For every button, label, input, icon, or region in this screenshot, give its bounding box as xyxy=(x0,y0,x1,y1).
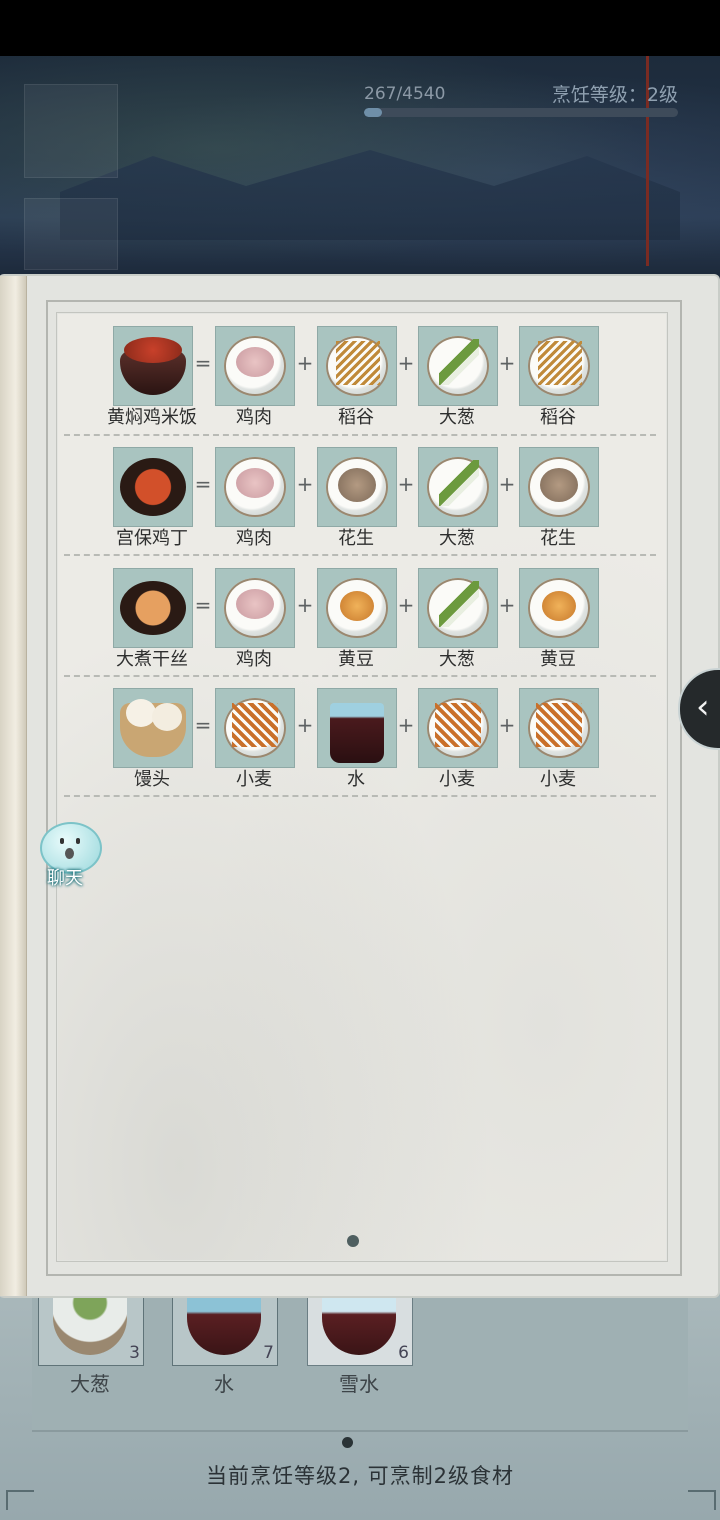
ingredient-label: 小麦 xyxy=(439,769,475,790)
plus-sign: + xyxy=(498,351,516,375)
plus-sign: + xyxy=(397,472,415,496)
plus-sign: + xyxy=(296,472,314,496)
plus-sign: + xyxy=(397,593,415,617)
equals-sign: = xyxy=(194,593,212,617)
ingredient-label: 鸡肉 xyxy=(236,528,272,549)
ingredient-label: 稻谷 xyxy=(338,407,374,428)
chicken-meat-icon[interactable] xyxy=(215,326,295,406)
soybean-icon[interactable] xyxy=(519,568,599,648)
ingredient-label: 大葱 xyxy=(439,528,475,549)
plus-sign: + xyxy=(498,713,516,737)
chicken-meat-icon[interactable] xyxy=(215,568,295,648)
huangmen-chicken-rice-icon[interactable] xyxy=(113,326,193,406)
inventory-item-snow-water[interactable]: 6 xyxy=(307,1296,413,1366)
plus-sign: + xyxy=(296,351,314,375)
ingredient-label: 小麦 xyxy=(540,769,576,790)
inventory-item-water[interactable]: 7 xyxy=(172,1296,278,1366)
recipe-row: = + + + 宫保鸡丁 鸡肉 花生 大葱 花生 xyxy=(0,447,720,559)
soybean-icon[interactable] xyxy=(317,568,397,648)
row-divider xyxy=(64,434,656,436)
inventory-label: 大葱 xyxy=(70,1372,110,1396)
ingredient-label: 黄豆 xyxy=(540,649,576,670)
ingredient-label: 黄豆 xyxy=(338,649,374,670)
row-divider xyxy=(64,675,656,677)
chat-label: 聊天 xyxy=(47,868,83,889)
wheat-icon[interactable] xyxy=(519,688,599,768)
ingredient-label: 小麦 xyxy=(236,769,272,790)
inventory-label: 水 xyxy=(214,1372,234,1396)
tofu-shreds-icon[interactable] xyxy=(113,568,193,648)
ingredient-label: 花生 xyxy=(338,528,374,549)
steamed-bun-icon[interactable] xyxy=(113,688,193,768)
scallion-icon xyxy=(53,1297,127,1355)
scallion-icon[interactable] xyxy=(418,568,498,648)
row-divider xyxy=(64,554,656,556)
kung-pao-chicken-icon[interactable] xyxy=(113,447,193,527)
xp-progress-bar xyxy=(364,108,678,117)
ingredient-label: 大葱 xyxy=(439,407,475,428)
top-status-strip xyxy=(0,0,720,56)
dish-label: 大煮干丝 xyxy=(116,649,188,670)
chat-button[interactable]: 聊天 xyxy=(30,820,102,890)
book-page-indicator xyxy=(347,1235,359,1247)
scallion-icon[interactable] xyxy=(418,447,498,527)
ingredient-label: 鸡肉 xyxy=(236,407,272,428)
water-bucket-icon xyxy=(187,1297,261,1355)
peanut-icon[interactable] xyxy=(317,447,397,527)
xp-progress-fill xyxy=(364,108,383,117)
cooking-level-hint: 当前烹饪等级2, 可烹制2级食材 xyxy=(205,1464,515,1488)
ingredient-label: 大葱 xyxy=(439,649,475,670)
plus-sign: + xyxy=(397,351,415,375)
dish-label: 馒头 xyxy=(134,769,170,790)
xp-counter: 267/4540 xyxy=(364,84,446,104)
recipe-row: = + + + 大煮干丝 鸡肉 黄豆 大葱 黄豆 xyxy=(0,568,720,680)
recipe-row: = + + + 馒头 小麦 水 小麦 小麦 xyxy=(0,688,720,800)
chevron-left-icon: ‹ xyxy=(696,687,710,727)
inventory-count: 3 xyxy=(129,1343,140,1363)
cooking-level-label: 烹饪等级：2级 xyxy=(551,84,678,106)
ingredient-label: 稻谷 xyxy=(540,407,576,428)
scallion-icon[interactable] xyxy=(418,326,498,406)
frame-corner-right xyxy=(688,1490,716,1510)
wheat-icon[interactable] xyxy=(418,688,498,768)
peanut-icon[interactable] xyxy=(519,447,599,527)
rice-grain-icon[interactable] xyxy=(519,326,599,406)
equals-sign: = xyxy=(194,713,212,737)
inventory-page-indicator xyxy=(342,1437,353,1448)
plus-sign: + xyxy=(397,713,415,737)
background-panel-bottom xyxy=(24,198,118,270)
chicken-meat-icon[interactable] xyxy=(215,447,295,527)
inventory-label: 雪水 xyxy=(339,1372,379,1396)
equals-sign: = xyxy=(194,472,212,496)
plus-sign: + xyxy=(498,472,516,496)
equals-sign: = xyxy=(194,351,212,375)
dish-label: 黄焖鸡米饭 xyxy=(107,407,197,428)
dish-label: 宫保鸡丁 xyxy=(116,528,188,549)
water-bucket-icon[interactable] xyxy=(317,688,397,768)
ingredient-label: 鸡肉 xyxy=(236,649,272,670)
snow-water-bucket-icon xyxy=(322,1297,396,1355)
inventory-count: 6 xyxy=(398,1343,409,1363)
rice-grain-icon[interactable] xyxy=(317,326,397,406)
plus-sign: + xyxy=(296,593,314,617)
plus-sign: + xyxy=(296,713,314,737)
plus-sign: + xyxy=(498,593,516,617)
ingredient-label: 水 xyxy=(347,769,365,790)
wheat-icon[interactable] xyxy=(215,688,295,768)
ingredient-label: 花生 xyxy=(540,528,576,549)
row-divider xyxy=(64,795,656,797)
frame-corner-left xyxy=(6,1490,34,1510)
inventory-count: 7 xyxy=(263,1343,274,1363)
background-panel-top xyxy=(24,84,118,178)
inventory-item-scallion[interactable]: 3 xyxy=(38,1296,144,1366)
recipe-row: = + + + 黄焖鸡米饭 鸡肉 稻谷 大葱 稻谷 xyxy=(0,326,720,438)
